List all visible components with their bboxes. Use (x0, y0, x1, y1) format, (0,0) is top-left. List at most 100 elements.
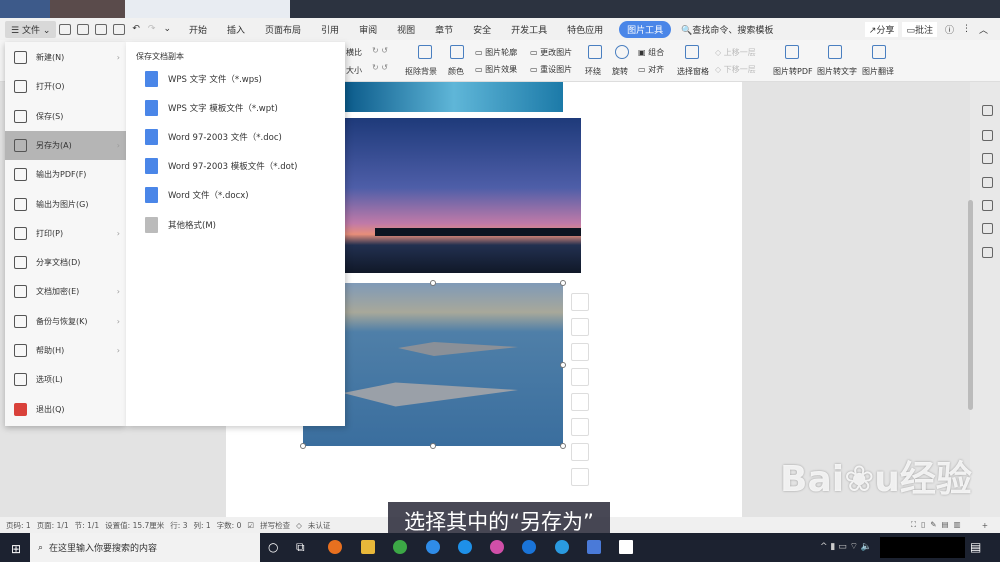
pic-to-text-float-icon[interactable] (571, 443, 589, 461)
photos-icon[interactable] (619, 540, 633, 554)
tab-security[interactable]: 安全 (463, 23, 501, 36)
tab-developer[interactable]: 开发工具 (501, 23, 557, 36)
change-picture-button[interactable]: ▭ 更改图片 (530, 47, 572, 58)
library-icon[interactable] (982, 247, 993, 258)
send-backward-button[interactable]: ◇ 下移一层 (715, 64, 756, 75)
resize-handle[interactable] (430, 280, 436, 286)
bring-forward-button[interactable]: ◇ 上移一层 (715, 47, 756, 58)
tab-references[interactable]: 引用 (311, 23, 349, 36)
file-menu-item[interactable]: 选项(L) (5, 365, 126, 394)
chrome-icon[interactable] (393, 540, 407, 554)
table-icon[interactable] (982, 200, 993, 211)
save-as-option[interactable]: WPS 文字 模板文件（*.wpt) (126, 93, 345, 122)
image-top-strip[interactable] (345, 82, 563, 112)
edit-icon[interactable] (982, 130, 993, 141)
file-menu-item[interactable]: 保存(S) (5, 102, 126, 131)
flip-icons[interactable]: ↻ ↺ (372, 63, 388, 72)
collapse-ribbon-icon[interactable]: ︿ (979, 23, 988, 36)
pic-to-pdf-button[interactable]: 图片转PDF (773, 66, 813, 77)
tab-features[interactable]: 特色应用 (557, 23, 613, 36)
save-as-option[interactable]: Word 97-2003 文件（*.doc) (126, 122, 345, 151)
zoom-icon[interactable] (571, 318, 589, 336)
size-button[interactable]: 大小 (346, 65, 362, 76)
tab-view[interactable]: 视图 (387, 23, 425, 36)
spellcheck-button[interactable]: ☑ 拼写检查 (247, 520, 290, 531)
save-as-option[interactable]: WPS 文字 文件（*.wps) (126, 64, 345, 93)
resize-handle[interactable] (300, 443, 306, 449)
shape-icon[interactable] (982, 153, 993, 164)
redo-icon[interactable]: ↷ (148, 24, 156, 34)
file-menu-item[interactable]: 输出为图片(G) (5, 190, 126, 219)
remove-background-button[interactable]: 抠除背景 (405, 66, 437, 77)
undo-icon[interactable]: ↶ (132, 24, 140, 34)
tab-insert[interactable]: 插入 (217, 23, 255, 36)
file-menu-item[interactable]: 备份与恢复(K) › (5, 307, 126, 336)
vertical-scrollbar[interactable] (968, 200, 973, 410)
comment-button[interactable]: ▭批注 (902, 21, 937, 37)
file-menu-button[interactable]: ☰ 文件 ⌄ (5, 20, 57, 38)
file-menu-item[interactable]: 文档加密(E) › (5, 277, 126, 306)
help-icon[interactable]: ⓘ (945, 23, 954, 36)
picture-outline-button[interactable]: ▭ 图片轮廓 (475, 47, 517, 58)
file-menu-item[interactable]: 输出为PDF(F) (5, 160, 126, 189)
app-tab[interactable] (0, 0, 50, 18)
settings-icon[interactable] (982, 223, 993, 234)
print-icon[interactable] (95, 23, 108, 35)
print-preview-icon[interactable] (77, 23, 90, 35)
tab-section[interactable]: 章节 (425, 23, 463, 36)
zoom-in-icon[interactable]: + (982, 521, 988, 530)
save-as-option[interactable]: Word 97-2003 模板文件（*.dot) (126, 152, 345, 181)
resize-handle[interactable] (560, 443, 566, 449)
task-view-icon[interactable]: ⧉ (296, 540, 305, 555)
ratio-button[interactable]: 横比 (346, 47, 362, 58)
file-menu-item[interactable]: 另存为(A) › (5, 130, 126, 160)
tab-review[interactable]: 审阅 (349, 23, 387, 36)
tab-home[interactable]: 开始 (179, 23, 217, 36)
share-button[interactable]: ↗分享 (864, 21, 899, 37)
app-tab[interactable] (50, 0, 125, 18)
save-icon[interactable] (59, 23, 72, 35)
save-as-option[interactable]: Word 文件（*.docx) (126, 181, 345, 210)
file-menu-item[interactable]: 分享文档(D) (5, 248, 126, 277)
reset-picture-button[interactable]: ▭ 重设图片 (530, 64, 572, 75)
layout-options-icon[interactable] (571, 293, 589, 311)
tab-picture-tools[interactable]: 图片工具 (619, 20, 672, 38)
copy-icon[interactable] (571, 418, 589, 436)
document-tab[interactable] (125, 0, 290, 18)
file-menu-item[interactable]: 打开(O) (5, 72, 126, 101)
wps-writer-icon[interactable] (587, 540, 601, 554)
browser-icon[interactable] (426, 540, 440, 554)
file-menu-item[interactable]: 帮助(H) › (5, 336, 126, 365)
windows-start-icon[interactable]: ⊞ (11, 542, 21, 556)
more-options-icon[interactable]: ⋮ (962, 24, 971, 34)
command-search[interactable]: 🔍查找命令、搜索模板 (681, 23, 773, 36)
cortana-icon[interactable]: ○ (268, 540, 278, 554)
app-icon[interactable] (490, 540, 504, 554)
wrap-button[interactable]: 环绕 (585, 66, 601, 77)
crop-icon[interactable] (571, 368, 589, 386)
preview-icon[interactable] (113, 23, 126, 35)
remove-bg-float-icon[interactable] (571, 343, 589, 361)
save-as-option[interactable]: 其他格式(M) (126, 210, 345, 239)
group-button[interactable]: ▣ 组合 (638, 47, 664, 58)
rotate-icons[interactable]: ↻ ↺ (372, 46, 388, 55)
select-icon[interactable] (982, 105, 993, 116)
firefox-icon[interactable] (328, 540, 342, 554)
resize-handle[interactable] (560, 280, 566, 286)
file-explorer-icon[interactable] (361, 540, 375, 554)
status-words[interactable]: 字数: 0 (217, 520, 242, 531)
clock[interactable] (880, 537, 965, 558)
resize-handle[interactable] (430, 443, 436, 449)
rotate-button[interactable]: 旋转 (612, 66, 628, 77)
tray-icons[interactable]: ^ ▮ ▭ ⌔ 🔈 (820, 541, 872, 552)
resize-handle[interactable] (560, 362, 566, 368)
selection-pane-button[interactable]: 选择窗格 (677, 66, 709, 77)
image-sunset-pier[interactable] (345, 118, 581, 273)
file-menu-item[interactable]: 新建(N) › (5, 43, 126, 72)
certification-button[interactable]: ◇ 未认证 (296, 520, 330, 531)
file-menu-item[interactable]: 退出(Q) (5, 395, 126, 424)
pic-to-text-button[interactable]: 图片转文字 (817, 66, 857, 77)
translate-float-icon[interactable] (571, 468, 589, 486)
notification-icon[interactable]: ▤ (970, 540, 981, 554)
ie-icon[interactable] (555, 540, 569, 554)
